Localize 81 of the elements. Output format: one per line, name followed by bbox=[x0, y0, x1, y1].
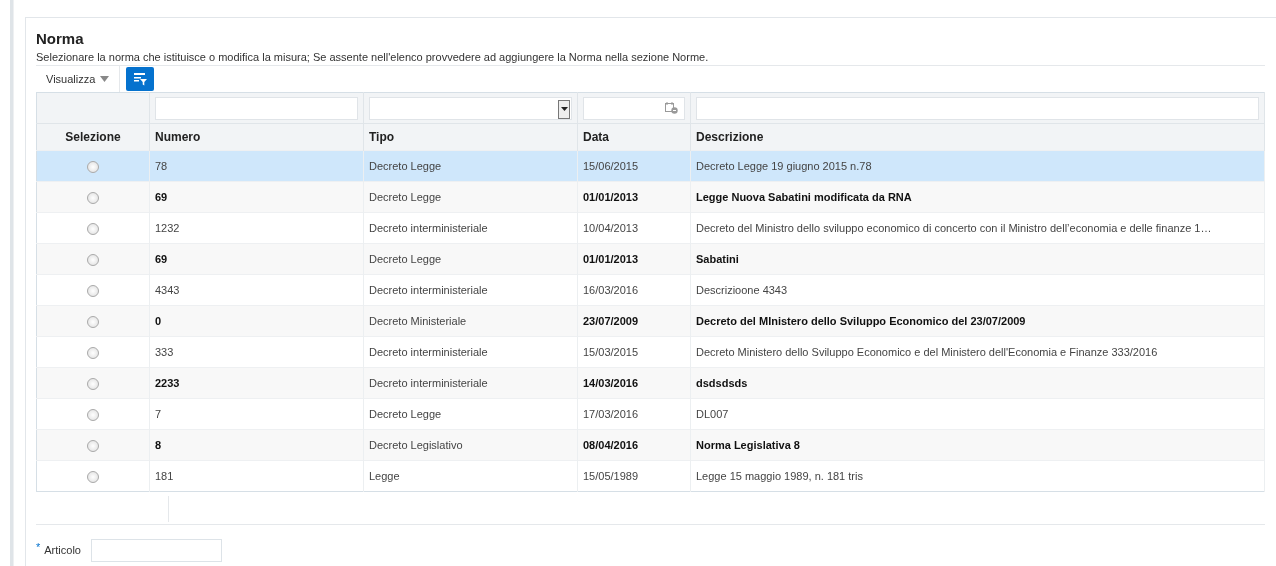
table-cell: Decreto Ministero dello Sviluppo Economico e del Ministero dell'Economia e Finanze 333/2016 bbox=[696, 346, 1158, 358]
table-row[interactable]: 69 Decreto Legge 01/01/2013 Sabatini bbox=[36, 243, 1265, 275]
filter-button[interactable] bbox=[126, 67, 155, 91]
radio-button[interactable] bbox=[87, 470, 99, 483]
table-cell: 181 bbox=[155, 470, 174, 482]
dropdown-icon bbox=[560, 107, 568, 111]
table-cell: 69 bbox=[155, 253, 168, 265]
table-row[interactable]: 8 Decreto Legislativo 08/04/2016 Norma Legislativa 8 bbox=[36, 429, 1265, 461]
table-cell: 78 bbox=[155, 160, 168, 172]
table-row[interactable]: 69 Decreto Legge 01/01/2013 Legge Nuova Sabatini modificata da RNA bbox=[36, 181, 1265, 213]
table-cell: Legge Nuova Sabatini modificata da RNA bbox=[696, 191, 912, 203]
table-cell: Decreto Legge bbox=[369, 253, 442, 265]
data-filter[interactable] bbox=[583, 96, 685, 120]
radio-button[interactable] bbox=[87, 284, 99, 297]
table-cell: 1232 bbox=[155, 222, 180, 234]
table-cell: DL007 bbox=[696, 408, 729, 420]
required-mark: * bbox=[36, 541, 41, 553]
radio-button[interactable] bbox=[87, 346, 99, 359]
table-cell: Sabatini bbox=[696, 253, 739, 265]
table-cell: 7 bbox=[155, 408, 162, 420]
descrizione-filter[interactable] bbox=[696, 96, 1259, 120]
section-description: Selezionare la norma che istituisce o modifica la misura; Se assente nell'elenco provvedere ad aggiungere la Norma nella sezione Norme. bbox=[36, 51, 1265, 66]
column-header[interactable]: Numero bbox=[155, 130, 201, 144]
table-cell: Decreto del MInistero dello Sviluppo Economico del 23/07/2009 bbox=[696, 315, 1026, 327]
table-cell: 15/06/2015 bbox=[583, 160, 639, 172]
column-header[interactable]: Descrizione bbox=[696, 130, 764, 144]
table-cell: 0 bbox=[155, 315, 162, 327]
table-cell: 08/04/2016 bbox=[583, 439, 639, 451]
table-cell: 4343 bbox=[155, 284, 180, 296]
table-cell: Decreto interministeriale bbox=[369, 346, 488, 358]
radio-button[interactable] bbox=[87, 377, 99, 390]
table-cell: Decreto Legge 19 giugno 2015 n.78 bbox=[696, 160, 872, 172]
table-cell: Decreto interministeriale bbox=[369, 377, 488, 389]
table-cell: 69 bbox=[155, 191, 168, 203]
tipo-filter[interactable] bbox=[369, 96, 572, 120]
table-cell: 10/04/2013 bbox=[583, 222, 639, 234]
table-cell: 15/03/2015 bbox=[583, 346, 639, 358]
table-cell: Decreto Legge bbox=[369, 160, 442, 172]
radio-button[interactable] bbox=[87, 253, 99, 266]
table-cell: Decreto Ministeriale bbox=[369, 315, 467, 327]
radio-button[interactable] bbox=[87, 222, 99, 235]
view-menu[interactable]: Visualizza bbox=[36, 73, 120, 85]
table-row[interactable]: 2233 Decreto interministeriale 14/03/2016 dsdsdsds bbox=[36, 367, 1265, 399]
table-cell: 15/05/1989 bbox=[583, 470, 639, 482]
table-cell: Legge 15 maggio 1989, n. 181 tris bbox=[696, 470, 863, 482]
field-label: Articolo bbox=[44, 544, 81, 556]
radio-button[interactable] bbox=[87, 160, 99, 173]
table-cell: dsdsdsds bbox=[696, 377, 748, 389]
table-cell: 16/03/2016 bbox=[583, 284, 639, 296]
column-header[interactable]: Data bbox=[583, 130, 609, 144]
radio-button[interactable] bbox=[87, 191, 99, 204]
numero-filter[interactable] bbox=[155, 96, 358, 120]
radio-button[interactable] bbox=[87, 408, 99, 421]
table-cell: Decreto Legislativo bbox=[369, 439, 463, 451]
table-cell: 01/01/2013 bbox=[583, 253, 639, 265]
radio-button[interactable] bbox=[87, 315, 99, 328]
section-title: Norma bbox=[36, 30, 85, 47]
table-cell: Decreto Legge bbox=[369, 191, 442, 203]
table-cell: 8 bbox=[155, 439, 162, 451]
filter-icon bbox=[133, 72, 148, 86]
table-cell: Descrizioone 4343 bbox=[696, 284, 788, 296]
table-cell: 2233 bbox=[155, 377, 180, 389]
table-cell: Decreto del Ministro dello sviluppo economico di concerto con il Ministro dell’economia e delle finanze 1… bbox=[696, 222, 1212, 234]
calendar-icon bbox=[665, 102, 678, 114]
table-cell: 14/03/2016 bbox=[583, 377, 639, 389]
table-cell: Decreto interministeriale bbox=[369, 222, 488, 234]
caret-icon bbox=[100, 76, 110, 82]
table-cell: 17/03/2016 bbox=[583, 408, 639, 420]
radio-button[interactable] bbox=[87, 439, 99, 452]
input-field[interactable] bbox=[90, 538, 222, 562]
table-row[interactable]: 78 Decreto Legge 15/06/2015 Decreto Legge 19 giugno 2015 n.78 bbox=[36, 150, 1265, 182]
table-cell: 333 bbox=[155, 346, 174, 358]
table-row[interactable]: 181 Legge 15/05/1989 Legge 15 maggio 1989, n. 181 tris bbox=[36, 460, 1265, 492]
table-cell: Norma Legislativa 8 bbox=[696, 439, 800, 451]
table-cell: Decreto Legge bbox=[369, 408, 442, 420]
table-row[interactable]: 0 Decreto Ministeriale 23/07/2009 Decreto del MInistero dello Sviluppo Economico del 23/07/2009 bbox=[36, 305, 1265, 337]
table-cell: 23/07/2009 bbox=[583, 315, 639, 327]
table-cell: Decreto interministeriale bbox=[369, 284, 488, 296]
table-cell: 01/01/2013 bbox=[583, 191, 639, 203]
table-cell: Legge bbox=[369, 470, 400, 482]
column-header[interactable]: Tipo bbox=[369, 130, 395, 144]
